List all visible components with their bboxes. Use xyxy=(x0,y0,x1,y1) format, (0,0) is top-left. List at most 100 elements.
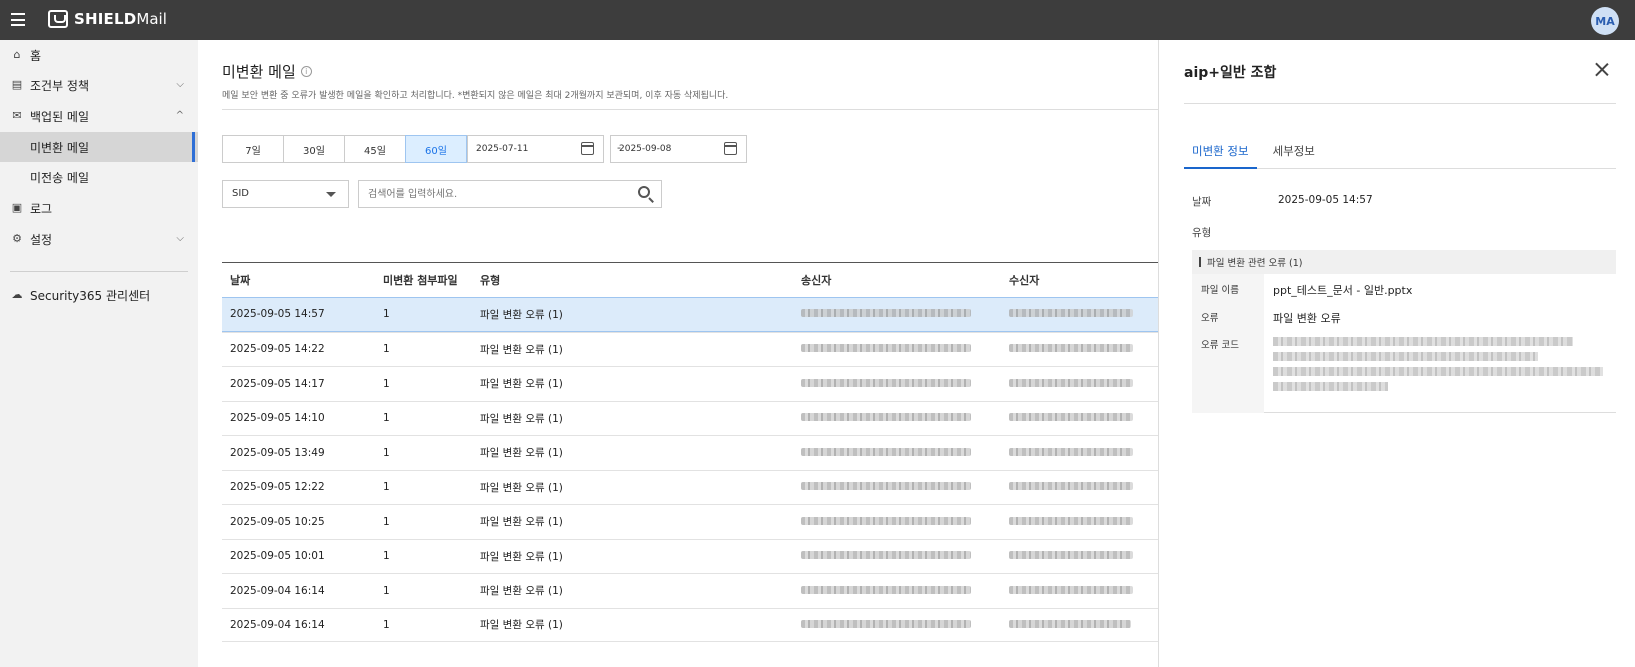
redacted-sender xyxy=(801,378,971,387)
header-recipient[interactable]: 수신자 xyxy=(1001,272,1158,288)
table-row[interactable]: 2025-09-05 14:17 1 파일 변환 오류 (1) xyxy=(222,366,1158,401)
range-7-button[interactable]: 7일 xyxy=(222,135,284,163)
sidebar-item-security365[interactable]: ☁ Security365 관리센터 xyxy=(0,280,198,310)
redacted-recipient xyxy=(1009,516,1133,525)
table-row[interactable]: 2025-09-04 16:14 1 파일 변환 오류 (1) xyxy=(222,573,1158,608)
page-title: 미변환 메일 i xyxy=(222,61,312,82)
group-marker xyxy=(1199,257,1201,267)
row-type: 파일 변환 오류 (1) xyxy=(480,308,563,321)
brand-logo[interactable]: SHIELD Mail xyxy=(48,10,167,28)
sidebar-item-unconverted[interactable]: 미변환 메일 xyxy=(0,132,198,162)
header-type[interactable]: 유형 xyxy=(472,272,793,288)
redacted-sender xyxy=(801,309,971,318)
redacted-error-code xyxy=(1273,337,1603,397)
tab-details[interactable]: 세부정보 xyxy=(1265,133,1323,169)
row-count: 1 xyxy=(383,481,390,494)
date-to-field[interactable]: 2025-09-08 xyxy=(610,135,747,163)
table-row[interactable]: 2025-09-04 16:14 1 파일 변환 오류 (1) xyxy=(222,607,1158,642)
search-input[interactable] xyxy=(358,180,662,208)
sidebar-item-home[interactable]: ⌂ 홈 xyxy=(0,40,198,70)
search-icon[interactable] xyxy=(638,186,650,198)
home-icon: ⌂ xyxy=(13,48,21,61)
sidebar-item-settings[interactable]: ⚙ 설정 ⌵ xyxy=(0,224,198,254)
table-row[interactable]: 2025-09-05 14:10 1 파일 변환 오류 (1) xyxy=(222,400,1158,436)
log-icon: ▣ xyxy=(11,201,23,214)
redacted-sender xyxy=(801,482,971,491)
row-count: 1 xyxy=(383,308,390,321)
type-label: 유형 xyxy=(1192,227,1212,239)
sidebar-item-label: Security365 관리센터 xyxy=(30,288,151,303)
row-type: 파일 변환 오류 (1) xyxy=(480,619,563,632)
row-count: 1 xyxy=(383,343,390,356)
error-group: 파일 변환 관련 오류 (1) 파일 이름 ppt_테스트_문서 - 일반.pp… xyxy=(1192,250,1616,413)
row-recipient xyxy=(1001,412,1158,424)
row-date: 2025-09-05 12:22 xyxy=(230,481,325,494)
row-date: 2025-09-05 14:57 xyxy=(230,308,325,321)
row-count: 1 xyxy=(383,377,390,390)
info-icon[interactable]: i xyxy=(300,66,312,77)
row-count: 1 xyxy=(383,446,390,459)
row-type: 파일 변환 오류 (1) xyxy=(480,412,563,425)
redacted-sender xyxy=(801,619,971,628)
redacted-recipient xyxy=(1009,482,1133,491)
range-60-button[interactable]: 60일 xyxy=(405,135,467,163)
table-header: 날짜 미변환 첨부파일 유형 송신자 수신자 xyxy=(222,263,1158,297)
chevron-down-icon xyxy=(326,192,336,197)
table-row[interactable]: 2025-09-05 14:57 1 파일 변환 오류 (1) xyxy=(222,297,1158,332)
row-date: 2025-09-05 14:22 xyxy=(230,343,325,356)
panel-title: aip+일반 조합 xyxy=(1184,65,1277,81)
sidebar-item-unsent[interactable]: 미전송 메일 xyxy=(0,162,198,192)
mail-table: 날짜 미변환 첨부파일 유형 송신자 수신자 2025-09-05 14:57 … xyxy=(222,262,1158,642)
redacted-recipient xyxy=(1009,344,1133,353)
redacted-recipient xyxy=(1009,413,1133,422)
calendar-icon[interactable] xyxy=(724,142,737,155)
redacted-recipient xyxy=(1009,309,1133,318)
brand-name-light: Mail xyxy=(136,10,167,28)
table-row[interactable]: 2025-09-05 10:25 1 파일 변환 오류 (1) xyxy=(222,504,1158,539)
row-count: 1 xyxy=(383,550,390,563)
row-count: 1 xyxy=(383,515,390,528)
search-field-select[interactable]: SID xyxy=(222,180,349,208)
search-field-value: SID xyxy=(232,188,249,199)
row-recipient xyxy=(1001,378,1158,390)
date-from-value: 2025-07-11 xyxy=(476,144,529,154)
sidebar-item-label: 로그 xyxy=(30,201,53,216)
table-row[interactable]: 2025-09-05 14:22 1 파일 변환 오류 (1) xyxy=(222,331,1158,367)
row-type: 파일 변환 오류 (1) xyxy=(480,343,563,356)
row-type: 파일 변환 오류 (1) xyxy=(480,447,563,460)
sidebar-item-backup[interactable]: ✉ 백업된 메일 ^ xyxy=(0,101,198,131)
gear-icon: ⚙ xyxy=(12,232,22,245)
row-date: 2025-09-04 16:14 xyxy=(230,584,325,597)
sidebar-item-label: 백업된 메일 xyxy=(30,109,90,124)
header-date[interactable]: 날짜 xyxy=(222,272,375,288)
redacted-line xyxy=(1273,367,1603,376)
close-icon[interactable] xyxy=(1595,62,1609,76)
avatar[interactable]: MA xyxy=(1591,7,1619,35)
row-type: 파일 변환 오류 (1) xyxy=(480,378,563,391)
menu-icon[interactable] xyxy=(11,13,25,26)
table-row[interactable]: 2025-09-05 13:49 1 파일 변환 오류 (1) xyxy=(222,435,1158,470)
sidebar-divider xyxy=(10,271,188,272)
row-date: 2025-09-05 10:25 xyxy=(230,515,325,528)
calendar-icon[interactable] xyxy=(581,142,594,155)
shield-logo-icon xyxy=(48,10,68,28)
header-sender[interactable]: 송신자 xyxy=(793,272,1001,288)
row-recipient xyxy=(1001,343,1158,355)
header-attachments[interactable]: 미변환 첨부파일 xyxy=(375,272,472,288)
range-45-button[interactable]: 45일 xyxy=(344,135,406,163)
date-from-field[interactable]: 2025-07-11 xyxy=(467,135,604,163)
row-type: 파일 변환 오류 (1) xyxy=(480,481,563,494)
error-details: 파일 이름 ppt_테스트_문서 - 일반.pptx 오류 파일 변환 오류 오… xyxy=(1192,274,1616,413)
panel-tabs: 미변환 정보 세부정보 xyxy=(1184,133,1616,169)
sidebar-item-label: 설정 xyxy=(30,232,53,247)
table-row[interactable]: 2025-09-05 12:22 1 파일 변환 오류 (1) xyxy=(222,469,1158,505)
sidebar-item-log[interactable]: ▣ 로그 xyxy=(0,193,198,223)
range-30-button[interactable]: 30일 xyxy=(283,135,345,163)
tab-unconverted-info[interactable]: 미변환 정보 xyxy=(1184,133,1257,169)
sidebar-item-policy[interactable]: ▤ 조건부 정책 ⌵ xyxy=(0,70,198,100)
table-row[interactable]: 2025-09-05 10:01 1 파일 변환 오류 (1) xyxy=(222,538,1158,574)
row-date: 2025-09-05 14:17 xyxy=(230,377,325,390)
date-value: 2025-09-05 14:57 xyxy=(1278,194,1373,206)
redacted-sender xyxy=(801,344,971,353)
error-value: 파일 변환 오류 xyxy=(1273,312,1341,325)
